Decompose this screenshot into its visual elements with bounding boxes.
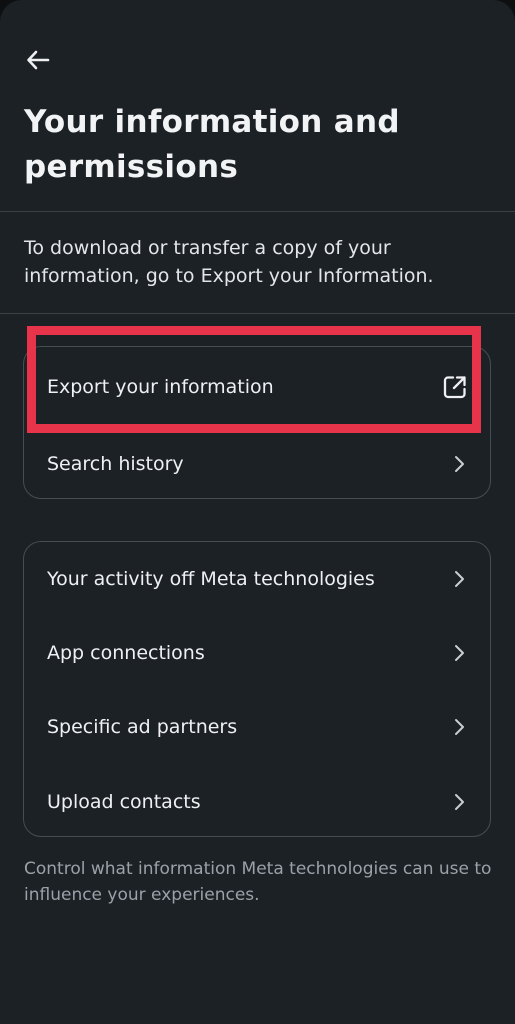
app-connections-item[interactable]: App connections <box>24 623 490 683</box>
screen: Your information and permissions To down… <box>0 0 515 1024</box>
download-card: Export your information Search history <box>23 346 491 499</box>
upload-contacts-label: Upload contacts <box>47 791 201 813</box>
external-link-icon <box>442 374 468 400</box>
arrow-left-icon <box>25 47 51 77</box>
upload-contacts-item[interactable]: Upload contacts <box>24 772 490 832</box>
specific-ad-partners-item[interactable]: Specific ad partners <box>24 697 490 757</box>
intro-text: To download or transfer a copy of your i… <box>24 237 434 287</box>
app-connections-label: App connections <box>47 642 205 664</box>
back-button[interactable] <box>20 44 56 80</box>
permissions-card: Your activity off Meta technologies App … <box>23 541 491 837</box>
specific-ad-partners-label: Specific ad partners <box>47 716 238 738</box>
chevron-right-icon <box>450 455 468 473</box>
search-history-label: Search history <box>47 453 184 475</box>
export-your-information-label: Export your information <box>47 376 274 398</box>
activity-off-meta-item[interactable]: Your activity off Meta technologies <box>24 549 490 609</box>
chevron-right-icon <box>450 570 468 588</box>
chevron-right-icon <box>450 644 468 662</box>
activity-off-meta-label: Your activity off Meta technologies <box>47 568 375 590</box>
header-divider <box>0 211 515 212</box>
search-history-item[interactable]: Search history <box>24 434 490 494</box>
footnote-text: Control what information Meta technologi… <box>24 859 492 905</box>
page-title: Your information and permissions <box>24 104 400 185</box>
chevron-right-icon <box>450 793 468 811</box>
chevron-right-icon <box>450 718 468 736</box>
export-your-information-item[interactable]: Export your information <box>24 357 490 417</box>
intro-divider <box>0 313 515 314</box>
